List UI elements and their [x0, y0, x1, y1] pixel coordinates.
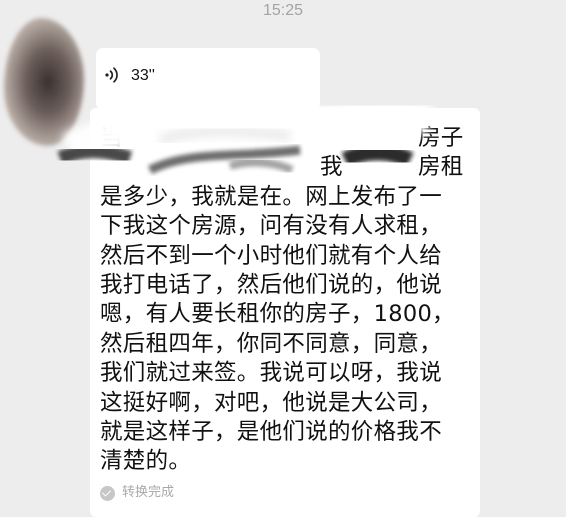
transcript-line: 是多少，我就是在。网上发布了一 [100, 183, 443, 210]
conversion-status: 转换完成 [100, 484, 174, 502]
check-circle-icon [100, 485, 115, 501]
transcript-line: 当 [100, 125, 123, 151]
avatar[interactable] [4, 18, 84, 146]
conversion-status-label: 转换完成 [122, 485, 175, 500]
transcript-fragment: 房子 [418, 125, 464, 151]
voice-wave-icon [105, 67, 118, 83]
transcript-line [100, 153, 472, 182]
voice-duration: 33'' [131, 67, 155, 84]
transcript-line: 清楚的。 [100, 448, 192, 475]
transcript-line: 我们就过来签。我说可以呀，我说 [100, 360, 443, 387]
transcript-line: 这挺好啊，对吧，他说是大公司， [100, 389, 443, 416]
transcript-line: 然后不到一个小时他们就有个人给 [100, 242, 443, 269]
transcript-line: 下我这个房源，问有没有人求租， [100, 213, 443, 240]
transcript-fragment: 我 [320, 154, 343, 180]
transcript-line: 嗯，有人要长租你的房子，1800， [100, 301, 455, 328]
transcript-line: 我打电话了，然后他们说的，他说 [100, 271, 443, 298]
transcript-line: 然后租四年，你同不同意，同意， [100, 330, 443, 357]
voice-message-bubble[interactable] [96, 48, 320, 110]
transcript-text: 当 是多少，我就是在。网上发布了一 下我这个房源，问有没有人求租， 然后不到一个… [100, 124, 472, 477]
transcript-fragment: 房租 [418, 154, 464, 180]
message-timestamp: 15:25 [262, 2, 304, 19]
transcript-line: 就是这样子，是他们说的价格我不 [100, 418, 443, 445]
